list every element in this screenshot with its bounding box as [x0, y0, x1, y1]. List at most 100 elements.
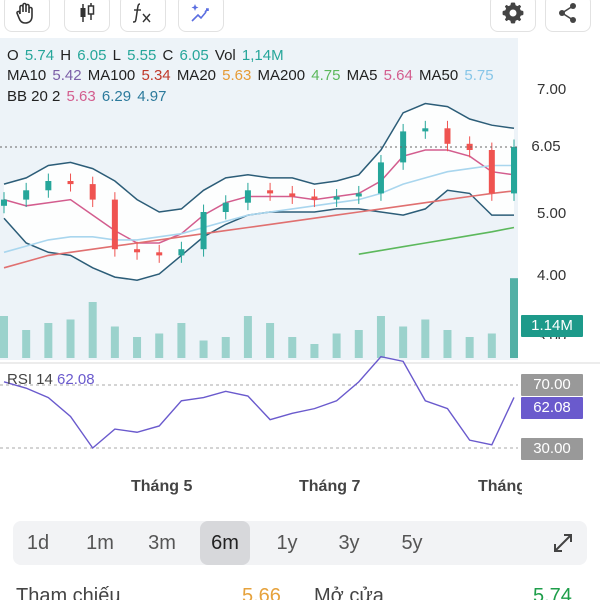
volume-value: 1,14M	[241, 47, 284, 64]
ohlc-legend: O 5.74 H 6.05 L 5.55 C 6.05 Vol 1,14M	[7, 46, 286, 66]
candle-body	[355, 193, 362, 197]
candle-body	[23, 190, 30, 200]
volume-bar	[288, 337, 297, 358]
volume-bar	[487, 333, 496, 358]
ma50-value: 5.75	[464, 67, 494, 84]
open-price-value: 5.74	[533, 585, 572, 600]
open-label: O	[7, 47, 19, 64]
price-chart[interactable]: O 5.74 H 6.05 L 5.55 C 6.05 Vol 1,14M MA…	[0, 38, 600, 468]
candle-body	[222, 202, 229, 212]
volume-bar	[465, 337, 474, 358]
rsi-30-tag: 30.00	[521, 438, 583, 460]
volume-bar	[399, 326, 408, 358]
volume-bar	[22, 330, 31, 358]
candle-body	[1, 199, 7, 206]
range-5y-button[interactable]: 5y	[387, 521, 437, 565]
candle-body	[111, 199, 118, 250]
ma-legend: MA10 5.42 MA100 5.34 MA20 5.63 MA200 4.7…	[7, 66, 496, 86]
candle-body	[444, 128, 451, 144]
candlestick-icon	[80, 3, 95, 22]
volume-bar	[199, 340, 208, 358]
volume-bar	[266, 323, 275, 358]
volume-bar	[133, 337, 142, 358]
ma100-value: 5.34	[141, 67, 171, 84]
settings-button[interactable]	[490, 0, 536, 32]
ma20-label: MA20	[176, 67, 216, 84]
volume-bar	[221, 337, 230, 358]
ma200-label: MA200	[257, 67, 306, 84]
hand-pan-button[interactable]	[4, 0, 50, 32]
month-label-may: Tháng 5	[131, 478, 193, 495]
candle-body	[422, 128, 429, 132]
candle-body	[89, 184, 96, 200]
magic-draw-icon	[191, 4, 209, 22]
candle-body	[333, 196, 340, 200]
range-1y-button[interactable]: 1y	[262, 521, 312, 565]
candle-body	[511, 146, 517, 194]
reference-price-label: Tham chiếu	[16, 585, 121, 600]
share-button[interactable]	[545, 0, 591, 32]
month-label-july: Tháng 7	[299, 478, 361, 495]
ma10-value: 5.42	[52, 67, 82, 84]
share-icon	[559, 3, 576, 23]
volume-bar	[177, 323, 186, 358]
candle-body	[178, 249, 185, 256]
formula-button[interactable]	[120, 0, 166, 32]
volume-bar	[332, 333, 341, 358]
ma10-label: MA10	[7, 67, 47, 84]
open-price-label: Mở cửa	[314, 585, 384, 600]
ma5-value: 5.64	[383, 67, 413, 84]
volume-bar	[110, 326, 119, 358]
candlestick-button[interactable]	[64, 0, 110, 32]
bb-upper-value: 6.29	[101, 88, 132, 105]
candle-body	[156, 252, 163, 256]
gear-icon	[502, 2, 524, 24]
rsi-legend-value: 62.08	[57, 371, 95, 388]
month-label-next: Tháng	[478, 478, 522, 495]
volume-bar	[310, 344, 319, 358]
close-value: 6.05	[179, 47, 209, 64]
volume-bar	[0, 316, 8, 358]
volume-bar	[421, 319, 430, 358]
bb-legend: BB 20 2 5.63 6.29 4.97	[7, 87, 169, 107]
open-value: 5.74	[24, 47, 55, 64]
rsi-label: RSI 14	[7, 371, 53, 388]
volume-bar	[66, 319, 75, 358]
price-axis-label-4: 4.00	[537, 267, 567, 284]
bb-label: BB 20 2	[7, 88, 61, 105]
fullscreen-icon[interactable]	[551, 531, 575, 555]
candle-body	[267, 190, 274, 194]
ma200-value: 4.75	[311, 67, 341, 84]
high-label: H	[60, 47, 72, 64]
volume-bar	[88, 302, 97, 358]
candle-body	[488, 150, 495, 194]
volume-label: Vol	[214, 47, 236, 64]
time-range-selector: 1d 1m 3m 6m 1y 3y 5y	[13, 521, 587, 565]
volume-tag: 1.14M	[521, 315, 583, 337]
range-1d-button[interactable]: 1d	[13, 521, 63, 565]
rsi-legend: RSI 14 62.08	[7, 371, 95, 388]
ma20-value: 5.63	[222, 67, 252, 84]
volume-bar	[354, 330, 363, 358]
range-1m-button[interactable]: 1m	[75, 521, 125, 565]
candle-body	[134, 249, 141, 253]
range-3y-button[interactable]: 3y	[324, 521, 374, 565]
range-3m-button[interactable]: 3m	[137, 521, 187, 565]
bb-mid-value: 5.63	[66, 88, 96, 105]
reference-price-value: 5.66	[242, 585, 281, 600]
volume-bar	[443, 330, 452, 358]
hand-pan-icon	[16, 2, 33, 24]
candle-body	[200, 212, 207, 250]
volume-bar	[510, 278, 518, 358]
range-6m-button[interactable]: 6m	[200, 521, 250, 565]
ma5-label: MA5	[346, 67, 378, 84]
rsi-70-tag: 70.00	[521, 374, 583, 396]
formula-icon	[132, 3, 151, 23]
close-label: C	[162, 47, 174, 64]
volume-bar	[376, 316, 385, 358]
candle-body	[377, 162, 384, 194]
ma100-label: MA100	[87, 67, 136, 84]
magic-draw-button[interactable]	[178, 0, 224, 32]
low-value: 5.55	[127, 47, 157, 64]
high-value: 6.05	[77, 47, 107, 64]
